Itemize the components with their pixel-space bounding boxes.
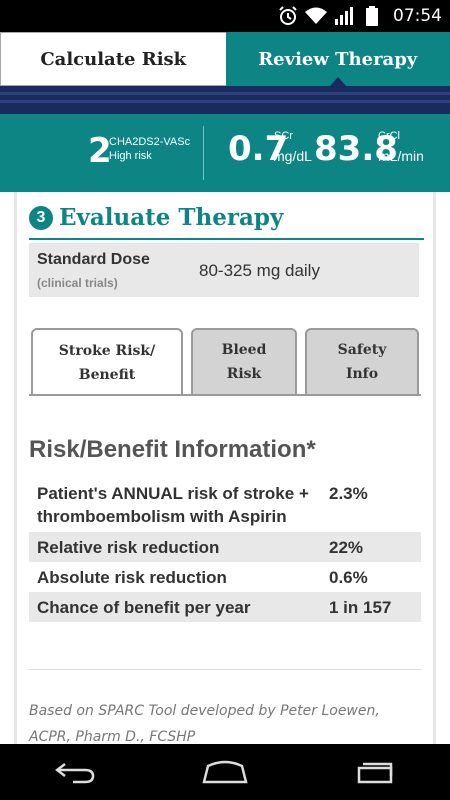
tab-label-line: Risk [226,366,262,382]
risk-benefit-table: Patient's ANNUAL risk of stroke + thromb… [29,480,421,622]
table-row: Relative risk reduction 22% [29,532,421,562]
tab-label-line: Safety [337,342,387,358]
tabs-baseline [29,394,421,396]
chads-score-label: CHA2DS2-VASc [109,136,191,148]
band-stripe [0,100,450,103]
dose-sublabel: (clinical trials) [37,276,118,290]
tab-label-line: Bleed [221,342,267,358]
tab-label-line: Info [345,366,379,382]
chads-risk-level: High risk [109,150,152,162]
signal-icon [333,5,355,27]
dose-value: 80-325 mg daily [199,261,320,280]
tab-review-therapy-label: Review Therapy [258,48,418,70]
header-band [0,86,450,114]
tab-label-line: Stroke Risk/ [58,343,156,359]
row-value: 1 in 157 [329,597,392,617]
tab-calculate-risk[interactable]: Calculate Risk [0,32,226,86]
alarm-icon [277,5,299,27]
wifi-icon [305,5,327,27]
crcl-unit: mL/min [378,148,424,164]
tab-stroke-risk-benefit[interactable]: Stroke Risk/ Benefit [31,328,183,396]
stats-divider [203,126,204,180]
row-label: Absolute risk reduction [37,567,227,587]
table-row: Chance of benefit per year 1 in 157 [29,592,421,622]
row-value: 2.3% [329,484,368,503]
recent-apps-icon[interactable] [345,752,405,792]
tab-bleed-risk[interactable]: Bleed Risk [191,328,297,394]
section-header: 3 Evaluate Therapy [29,204,283,231]
tab-safety-info[interactable]: Safety Info [305,328,419,394]
status-bar: 07:54 [0,0,450,32]
row-label: Chance of benefit per year [37,597,251,617]
row-value: 22% [329,537,364,557]
standard-dose-box: Standard Dose (clinical trials) 80-325 m… [29,243,419,297]
tab-label-line: Benefit [78,367,136,383]
content-panel: 3 Evaluate Therapy Standard Dose (clinic… [14,192,436,744]
tab-review-therapy[interactable]: Review Therapy [225,32,450,87]
back-icon[interactable] [45,752,105,792]
section-title: Evaluate Therapy [59,204,284,231]
row-label: Patient's ANNUAL risk of stroke + thromb… [37,484,309,526]
battery-icon [361,5,383,27]
row-value: 0.6% [329,567,368,587]
risk-benefit-heading: Risk/Benefit Information* [29,436,316,463]
source-footnote: Based on SPARC Tool developed by Peter L… [29,703,380,744]
footnote-divider [29,669,421,670]
table-row: Absolute risk reduction 0.6% [29,562,421,592]
therapy-tabs: Stroke Risk/ Benefit Bleed Risk Safety I… [29,328,421,396]
crcl-label: CrCl [378,130,400,142]
step-number: 3 [29,205,53,230]
navigation-bar [0,744,450,800]
scr-label: SCr [274,130,293,142]
band-stripe [0,92,450,95]
home-icon[interactable] [195,752,255,792]
section-rule [29,238,424,240]
clock-time: 07:54 [393,6,442,26]
table-row: Patient's ANNUAL risk of stroke + thromb… [29,480,421,532]
row-label: Relative risk reduction [37,537,220,557]
dose-label: Standard Dose [37,251,150,268]
scr-unit: mg/dL [273,148,312,164]
top-tab-bar: Calculate Risk Review Therapy [0,32,450,87]
risk-summary-bar: 2 CHA2DS2-VASc High risk 0.7 SCr mg/dL 8… [0,114,450,192]
